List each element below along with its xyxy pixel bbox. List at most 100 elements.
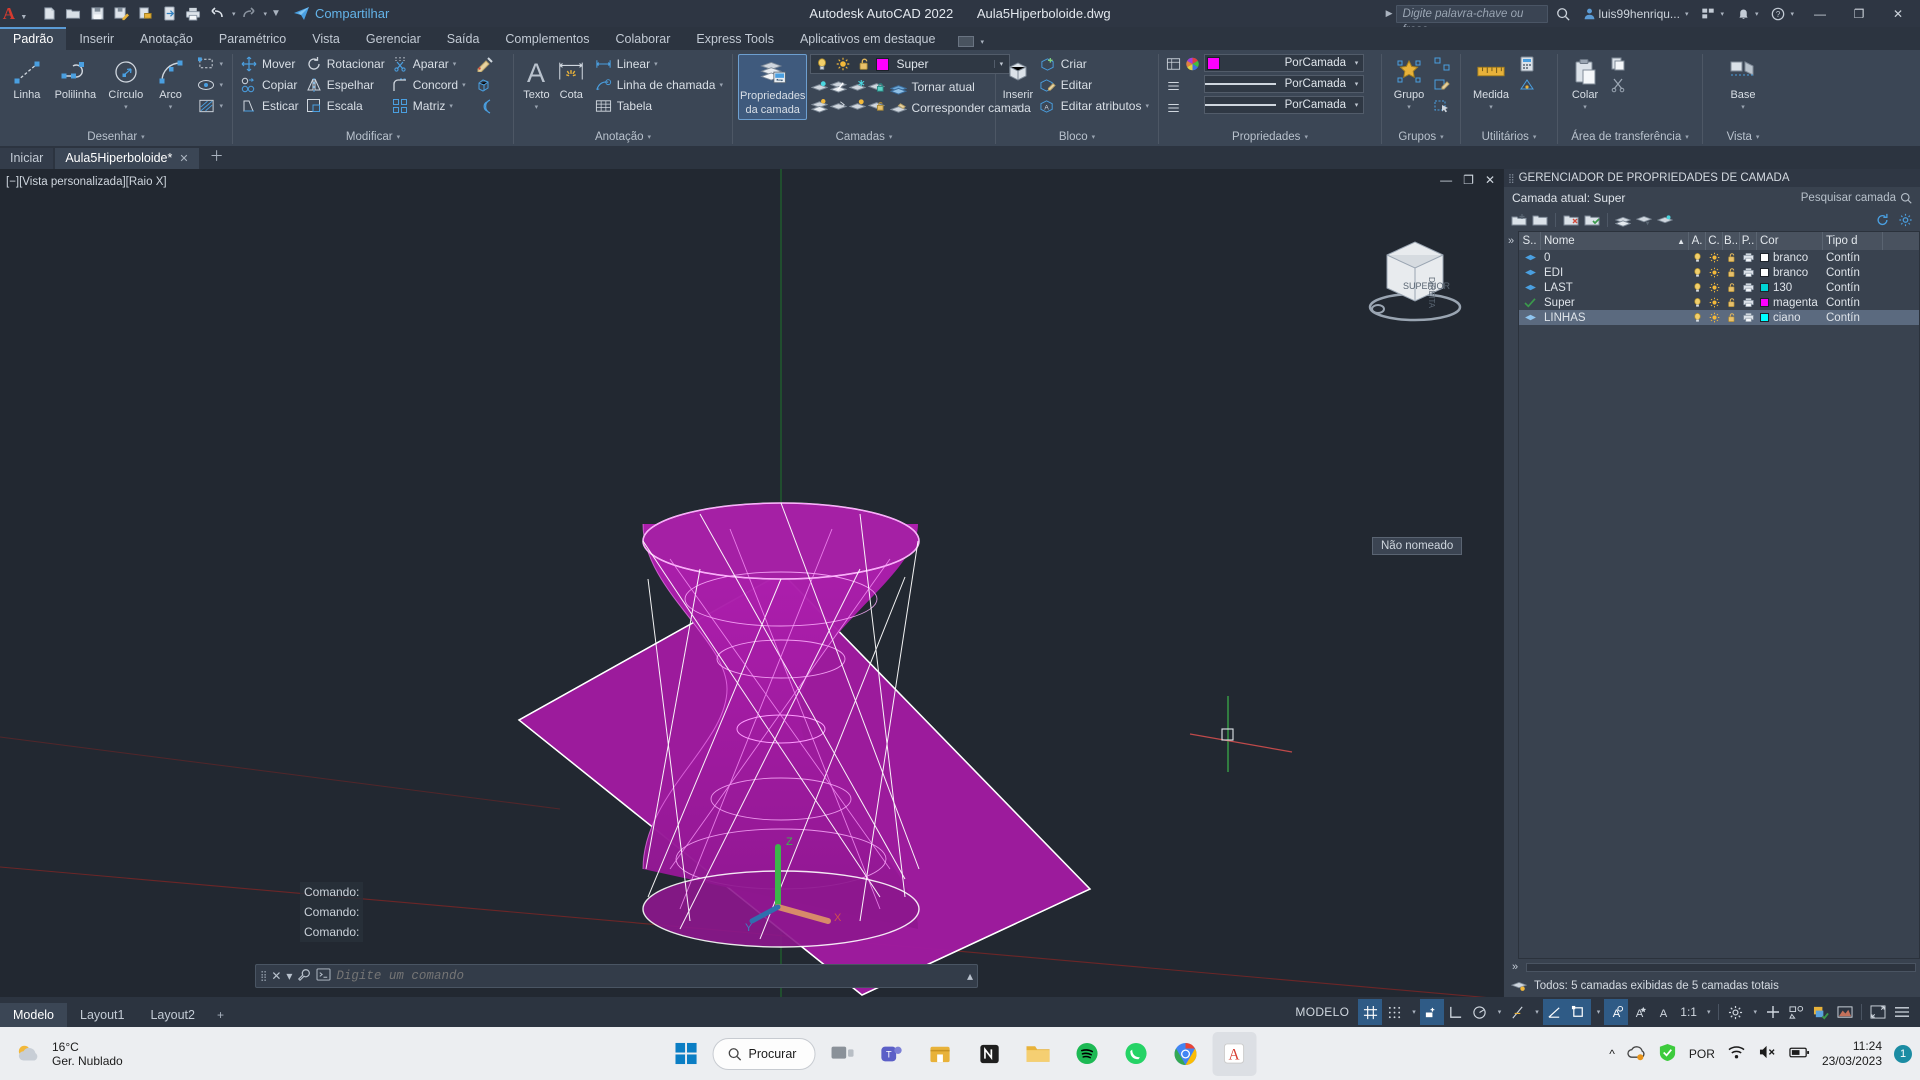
annotation-scale-icon[interactable]: A (1652, 999, 1676, 1025)
drag-handle-icon[interactable]: ⣿ (1508, 173, 1515, 184)
chevron-down-icon[interactable]: ▾ (462, 81, 466, 89)
drawing-tab-iniciar[interactable]: Iniciar (0, 148, 54, 169)
save-icon[interactable] (86, 3, 108, 24)
layout-tab-layout1[interactable]: Layout1 (67, 1003, 137, 1027)
isolate-objects-icon[interactable] (1785, 999, 1809, 1025)
object-snap-dropdown-icon[interactable]: ▾ (1591, 999, 1605, 1025)
autocad-a-logo[interactable]: A ▼ (0, 4, 30, 24)
ribbon-tab-saida[interactable]: Saída (434, 29, 493, 50)
workspace-dropdown-icon[interactable]: ▾ (1747, 999, 1761, 1025)
onedrive-icon[interactable] (1627, 1044, 1646, 1064)
row-lock-icon[interactable] (1723, 250, 1740, 265)
row-freeze-icon[interactable] (1706, 250, 1723, 265)
block-insert-button[interactable]: Inserir ▾ (1001, 54, 1035, 114)
grid-display-icon[interactable] (1358, 999, 1383, 1025)
layer-isolate-icon[interactable] (810, 77, 828, 95)
sort-asc-icon[interactable]: ▲ (1677, 237, 1685, 246)
notion-icon[interactable] (967, 1032, 1011, 1076)
table-row[interactable]: LAST 130 Contín (1519, 280, 1919, 295)
row-status-icon[interactable] (1519, 250, 1541, 265)
row-status-icon[interactable] (1519, 265, 1541, 280)
modify-fillet-button[interactable]: Concord ▾ (389, 75, 470, 95)
print-icon[interactable] (182, 3, 204, 24)
chevron-down-icon[interactable]: ▾ (1685, 10, 1689, 18)
chevron-up-icon[interactable]: ▴ (967, 969, 973, 983)
language-indicator[interactable]: POR (1689, 1047, 1715, 1061)
chevron-down-icon[interactable]: ▾ (1016, 103, 1020, 111)
ribbon-tab-express-tools[interactable]: Express Tools (683, 29, 787, 50)
lightbulb-on-icon[interactable] (813, 55, 831, 73)
properties-lines2-button[interactable] (1164, 98, 1182, 118)
modify-stretch-button[interactable]: Esticar (238, 96, 303, 116)
chevron-down-icon[interactable]: ▾ (648, 133, 652, 141)
modify-mirror-button[interactable]: Espelhar (303, 75, 389, 95)
defender-icon[interactable] (1658, 1043, 1677, 1065)
row-on-icon[interactable] (1689, 265, 1706, 280)
ribbon-tab-anotacao[interactable]: Anotação (127, 29, 206, 50)
row-linetype[interactable]: Contín (1823, 295, 1883, 310)
lpm-horizontal-scrollbar[interactable]: » (1504, 959, 1920, 975)
quick-calc-button[interactable] (1516, 54, 1538, 74)
chevron-down-icon[interactable]: ▾ (654, 60, 658, 68)
lpm-search[interactable]: Pesquisar camada (1801, 192, 1912, 204)
chevron-down-icon[interactable]: ▾ (1407, 103, 1411, 111)
chevron-down-icon[interactable]: ▾ (719, 81, 723, 89)
export-icon[interactable] (134, 3, 156, 24)
row-freeze-icon[interactable] (1706, 310, 1723, 325)
undo-icon[interactable] (206, 3, 228, 24)
object-color-combo[interactable]: PorCamada ▾ (1204, 54, 1364, 72)
store-icon[interactable] (918, 1032, 962, 1076)
whatsapp-icon[interactable] (1114, 1032, 1158, 1076)
chevron-down-icon[interactable]: ▾ (169, 103, 173, 111)
teams-icon[interactable]: T (869, 1032, 913, 1076)
named-view-label[interactable]: Não nomeado (1372, 537, 1463, 555)
drag-handle-icon[interactable]: ⣿ (260, 971, 267, 982)
open-folder-icon[interactable] (62, 3, 84, 24)
annotation-text-button[interactable]: A Texto ▾ (519, 54, 554, 114)
paste-button[interactable]: Colar ▾ (1563, 54, 1607, 114)
row-layer-name[interactable]: 0 (1541, 250, 1689, 265)
modify-scale-button[interactable]: Escala (303, 96, 389, 116)
column-header-plot[interactable]: P.. (1740, 232, 1757, 250)
help-search-input[interactable]: Digite palavra-chave ou frase (1395, 4, 1548, 36)
layer-on-icon[interactable] (829, 96, 847, 114)
row-color[interactable]: 130 (1757, 280, 1823, 295)
battery-icon[interactable] (1789, 1045, 1810, 1063)
chevron-down-icon[interactable]: ▾ (889, 133, 893, 141)
volume-muted-icon[interactable] (1758, 1044, 1777, 1063)
row-plot-icon[interactable] (1740, 280, 1757, 295)
polar-tracking-icon[interactable] (1468, 999, 1492, 1025)
command-line[interactable]: ⣿ ✕ ▾ ▴ (255, 964, 978, 988)
column-header-freeze[interactable]: C. (1706, 232, 1723, 250)
annotation-table-button[interactable]: Tabela (593, 96, 727, 116)
draw-revcloud-button[interactable]: ▾ (195, 75, 227, 95)
task-view-icon[interactable] (820, 1032, 864, 1076)
file-explorer-icon[interactable] (1016, 1032, 1060, 1076)
column-header-on[interactable]: A. (1689, 232, 1706, 250)
redo-icon[interactable] (238, 3, 260, 24)
base-view-button[interactable]: Base ▾ (1720, 54, 1766, 114)
windows-start-icon[interactable] (664, 1032, 708, 1076)
chevron-down-icon[interactable]: ▾ (1583, 103, 1587, 111)
scale-dropdown-icon[interactable]: ▾ (1701, 999, 1715, 1025)
row-status-icon[interactable] (1519, 310, 1541, 325)
modify-rotate-button[interactable]: Rotacionar (303, 54, 389, 74)
annotation-visibility-icon[interactable]: A (1604, 999, 1629, 1025)
polar-dropdown-icon[interactable]: ▾ (1492, 999, 1506, 1025)
restore-window-button[interactable]: ❐ (1841, 0, 1877, 27)
chevron-down-icon[interactable]: ▾ (124, 103, 128, 111)
ribbon-tab-vista[interactable]: Vista (299, 29, 353, 50)
id-point-button[interactable] (1516, 75, 1538, 95)
layout-tab-modelo[interactable]: Modelo (0, 1003, 67, 1027)
row-on-icon[interactable] (1689, 280, 1706, 295)
table-row[interactable]: Super magenta Contín (1519, 295, 1919, 310)
table-row[interactable]: EDI branco Contín (1519, 265, 1919, 280)
spotify-icon[interactable] (1065, 1032, 1109, 1076)
chevron-down-icon[interactable]: ▾ (141, 133, 145, 141)
ortho-mode-icon[interactable] (1542, 999, 1567, 1025)
chevron-down-icon[interactable]: ▾ (1489, 103, 1493, 111)
autoscale-icon[interactable]: A (1628, 999, 1652, 1025)
search-expand-icon[interactable]: ▶ (1386, 8, 1393, 19)
draw-hatch-button[interactable]: ▾ (195, 96, 227, 116)
minimize-window-button[interactable]: — (1802, 0, 1838, 27)
